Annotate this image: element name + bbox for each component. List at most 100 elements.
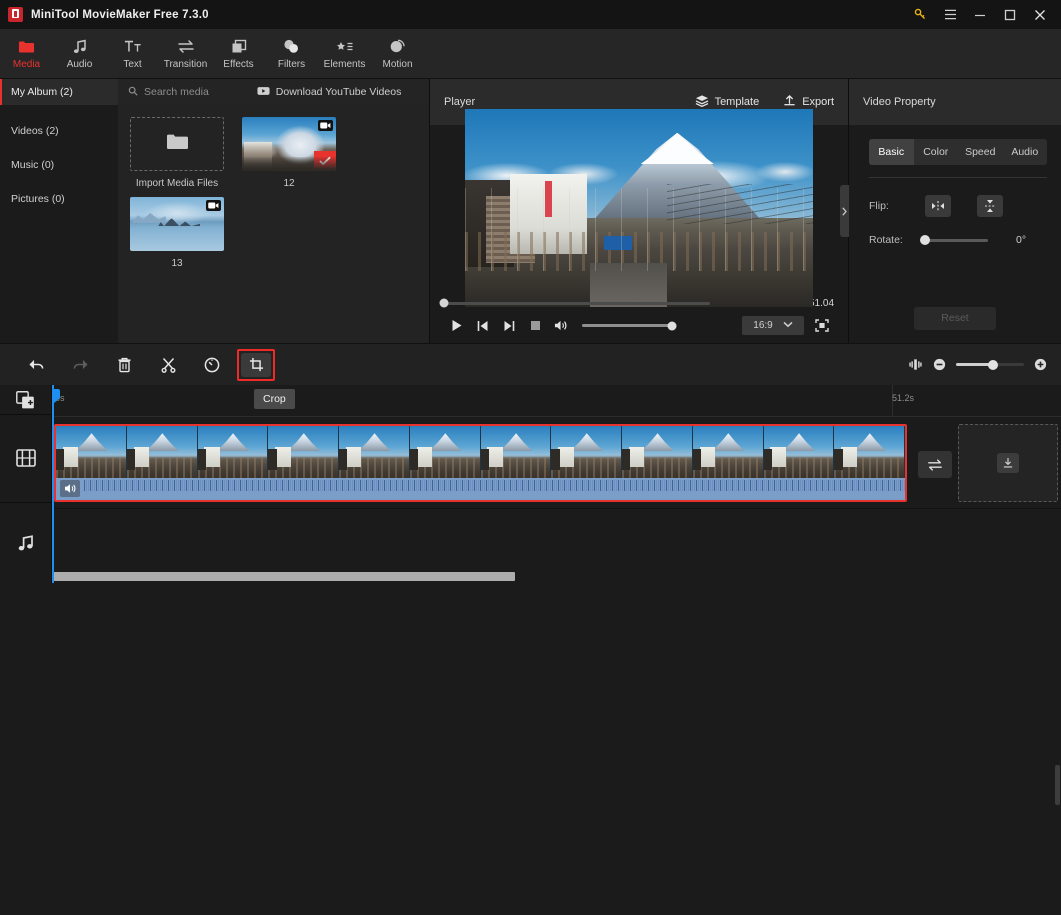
circles-overlap-icon [283, 38, 300, 56]
video-preview[interactable] [465, 109, 813, 307]
speed-button[interactable] [190, 351, 234, 379]
zoom-slider[interactable] [956, 359, 1024, 370]
clip-frame [622, 426, 693, 478]
aspect-ratio-select[interactable]: 16:9 [742, 316, 804, 335]
previous-frame-button[interactable] [470, 315, 496, 337]
zoom-out-button[interactable] [933, 358, 946, 371]
flip-vertical-button[interactable] [977, 195, 1003, 217]
tab-media[interactable]: Media [0, 29, 53, 79]
sidebar-item-music[interactable]: Music (0) [0, 148, 118, 182]
timeline-ruler[interactable]: 0s 51.2s [52, 385, 1061, 417]
folder-icon [18, 38, 35, 56]
tab-color[interactable]: Color [914, 139, 959, 165]
clip-frame [480, 426, 552, 478]
reset-button[interactable]: Reset [914, 306, 996, 330]
tab-filters[interactable]: Filters [265, 29, 318, 79]
clip-frame [692, 426, 764, 478]
volume-handle[interactable] [667, 321, 677, 330]
maximize-button[interactable] [995, 0, 1025, 29]
timeline-horizontal-scrollbar[interactable] [52, 572, 1061, 581]
tab-elements[interactable]: Elements [318, 29, 371, 79]
add-media-track-button[interactable] [0, 385, 51, 416]
flip-horizontal-button[interactable] [925, 195, 951, 217]
search-input[interactable]: Search media [144, 86, 209, 98]
template-button[interactable]: Template [695, 94, 759, 110]
seek-handle[interactable] [439, 298, 449, 308]
timeline-content[interactable]: 0s 51.2s [52, 385, 1061, 583]
tab-effects-label: Effects [223, 58, 254, 70]
sidebar-item-videos[interactable]: Videos (2) [0, 114, 118, 148]
menu-icon[interactable] [935, 0, 965, 29]
timeline-clip[interactable] [54, 424, 907, 502]
close-button[interactable] [1025, 0, 1055, 29]
selected-check-icon [314, 151, 336, 171]
tab-audio[interactable]: Audio [1003, 139, 1048, 165]
crop-button[interactable] [241, 352, 271, 377]
tab-motion[interactable]: Motion [371, 29, 424, 79]
tab-speed[interactable]: Speed [958, 139, 1003, 165]
seek-slider[interactable] [439, 298, 710, 308]
playhead[interactable] [52, 385, 60, 583]
mute-toggle-icon[interactable] [60, 480, 80, 497]
undo-button[interactable] [14, 351, 58, 379]
tab-effects[interactable]: Effects [212, 29, 265, 79]
media-grid: Import Media Files 12 13 [118, 105, 429, 343]
search-icon [128, 83, 138, 101]
sidebar-item-pictures[interactable]: Pictures (0) [0, 182, 118, 216]
scrollbar-thumb[interactable] [1055, 765, 1060, 805]
import-media-label: Import Media Files [135, 178, 219, 189]
media-drop-zone[interactable] [958, 424, 1058, 502]
import-media-cell[interactable]: Import Media Files [130, 117, 224, 189]
add-transition-button[interactable] [918, 451, 952, 478]
scrollbar-thumb[interactable] [52, 572, 515, 581]
tab-transition[interactable]: Transition [159, 29, 212, 79]
export-button[interactable]: Export [783, 94, 834, 110]
import-media-dropzone[interactable] [130, 117, 224, 171]
tab-media-label: Media [12, 58, 41, 70]
next-frame-button[interactable] [496, 315, 522, 337]
audio-track-icon [0, 503, 51, 583]
timeline: 0s 51.2s [0, 385, 1061, 805]
tab-basic-label: Basic [878, 146, 905, 158]
redo-button[interactable] [58, 351, 102, 379]
delete-button[interactable] [102, 351, 146, 379]
license-key-icon[interactable] [905, 0, 935, 29]
stop-button[interactable] [522, 315, 548, 337]
volume-icon[interactable] [548, 315, 574, 337]
zoom-slider-handle[interactable] [987, 359, 998, 370]
panel-collapse-handle[interactable] [840, 185, 849, 237]
tab-speed-label: Speed [965, 146, 996, 158]
tab-elements-label: Elements [323, 58, 366, 70]
media-thumbnail[interactable] [130, 197, 224, 251]
fullscreen-button[interactable] [810, 315, 834, 337]
star-list-icon [336, 38, 354, 56]
media-category-nav: Videos (2) Music (0) Pictures (0) [0, 105, 118, 343]
clip-frame [763, 426, 835, 478]
split-button[interactable] [146, 351, 190, 379]
tab-basic[interactable]: Basic [869, 139, 914, 165]
track-gutter [0, 385, 52, 583]
main-toolbar-tabs: Media Audio Text Transition Effects Filt… [0, 29, 1061, 79]
volume-slider[interactable] [582, 321, 677, 330]
my-album-tab[interactable]: My Album (2) [0, 79, 118, 105]
timeline-vertical-scrollbar[interactable] [1055, 765, 1060, 915]
media-panel-header: My Album (2) Search media Download YouTu… [0, 79, 429, 105]
media-search-bar: Search media Download YouTube Videos [118, 79, 429, 105]
player-stage [430, 109, 848, 307]
media-thumbnail[interactable] [242, 117, 336, 171]
media-item-13[interactable]: 13 [130, 197, 224, 269]
tab-audio[interactable]: Audio [53, 29, 106, 79]
minimize-button[interactable] [965, 0, 995, 29]
video-track-row[interactable] [52, 417, 1061, 509]
clip-thumbnail-strip [56, 426, 905, 478]
zoom-in-button[interactable] [1034, 358, 1047, 371]
fit-timeline-icon[interactable] [908, 358, 923, 371]
media-item-12[interactable]: 12 [242, 117, 336, 189]
play-button[interactable] [444, 315, 470, 337]
tab-text-label: Text [123, 58, 142, 70]
rotate-slider[interactable] [920, 235, 988, 245]
tab-text[interactable]: Text [106, 29, 159, 79]
download-youtube-button[interactable]: Download YouTube Videos [257, 83, 401, 101]
rotate-handle[interactable] [920, 235, 930, 245]
layers-square-icon [231, 38, 247, 56]
